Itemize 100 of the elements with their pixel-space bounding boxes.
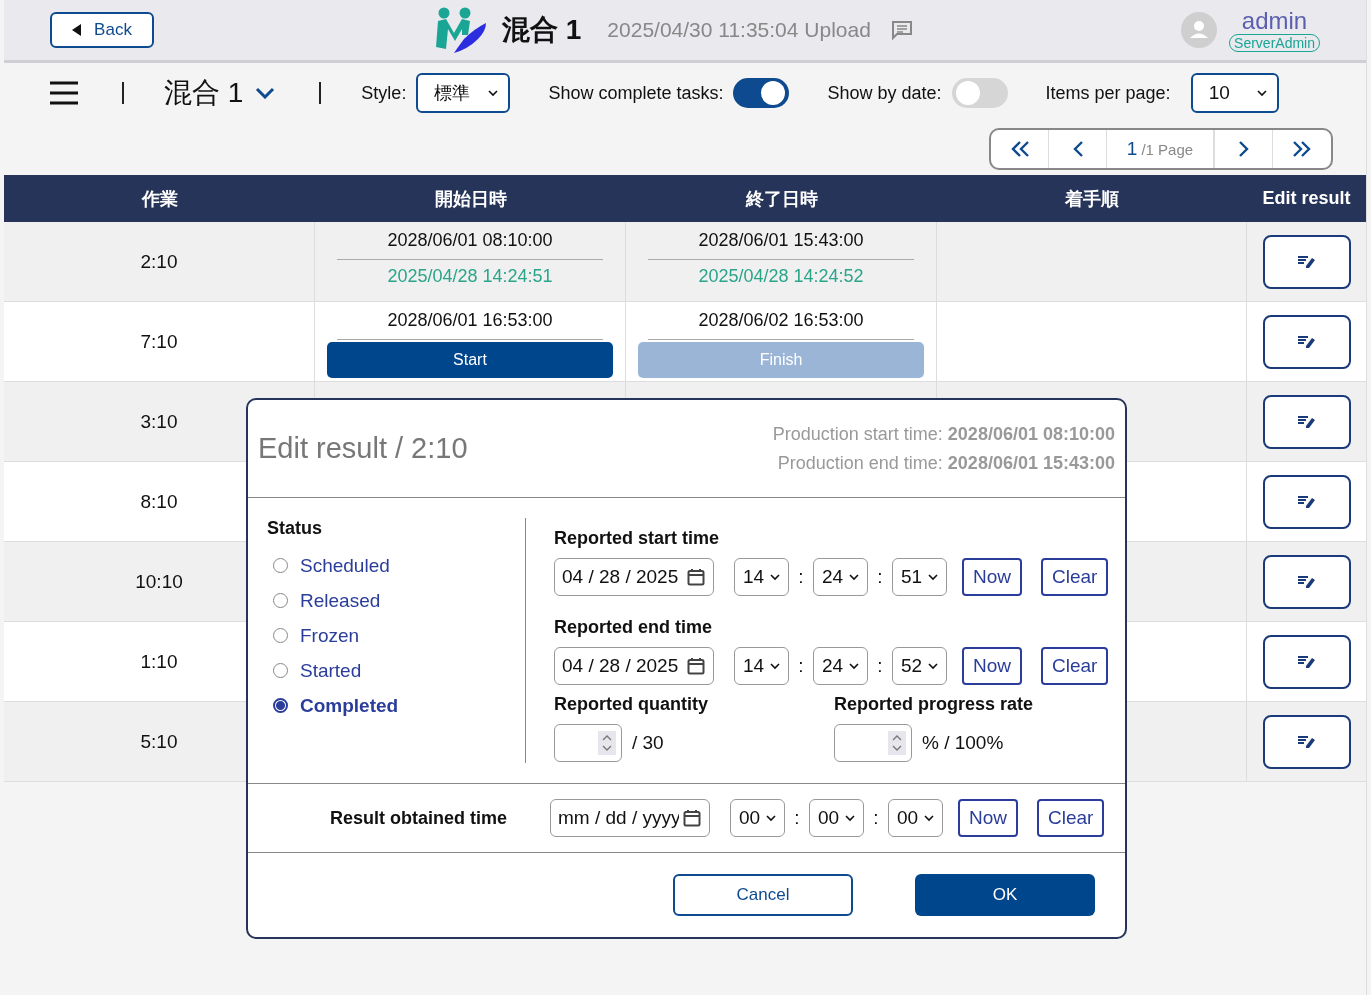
style-select[interactable]: 標準 <box>416 73 511 113</box>
column-header: Edit result <box>1261 187 1352 210</box>
chevron-down-icon <box>924 814 934 822</box>
edit-icon <box>1297 254 1316 269</box>
production-time: Production end time: 2028/06/01 15:43:00 <box>777 451 1115 475</box>
triangle-left-icon <box>72 24 83 36</box>
spinner-icon <box>598 731 616 755</box>
quantity-total: / 30 <box>632 732 664 754</box>
second-select[interactable]: 51 <box>892 558 947 596</box>
now-button[interactable]: Now <box>958 799 1018 837</box>
minute-select[interactable]: 24 <box>813 558 868 596</box>
hour-select[interactable]: 00 <box>730 799 785 837</box>
start-button[interactable]: Start <box>327 342 613 378</box>
task-name: 7:10 <box>140 330 178 353</box>
hour-select[interactable]: 14 <box>734 558 789 596</box>
clear-button[interactable]: Clear <box>1041 647 1109 685</box>
task-name: 1:10 <box>140 650 178 673</box>
chevron-down-icon <box>770 662 780 670</box>
modal-title: Edit result / 2:10 <box>258 432 468 465</box>
edit-result-button[interactable] <box>1262 474 1351 529</box>
radio-button[interactable] <box>273 698 288 713</box>
status-label: Status <box>267 518 323 540</box>
column-header: 作業 <box>140 187 179 211</box>
actual-end: 2025/04/28 14:24:52 <box>698 266 864 287</box>
planned-end: 2028/06/02 16:53:00 <box>648 310 914 340</box>
field-label: Reported progress rate <box>834 694 1035 716</box>
planned-start: 2028/06/01 16:53:00 <box>337 310 603 340</box>
task-name: 2:10 <box>140 250 178 273</box>
status-option[interactable]: Completed <box>300 694 399 717</box>
edit-result-button[interactable] <box>1262 314 1351 369</box>
colon: : <box>797 655 805 677</box>
chevron-down-icon <box>849 573 859 581</box>
field-label: Result obtained time <box>328 807 507 829</box>
edit-result-button[interactable] <box>1262 394 1351 449</box>
minute-select[interactable]: 00 <box>809 799 864 837</box>
field-label: Reported end time <box>554 617 714 639</box>
chevron-down-icon <box>770 573 780 581</box>
calendar-icon <box>687 657 705 675</box>
edit-icon <box>1297 654 1316 669</box>
colon: : <box>876 566 884 588</box>
chevron-down-icon <box>1256 89 1267 97</box>
schedule-selector[interactable]: 混合 1 <box>164 74 276 112</box>
status-option[interactable]: Scheduled <box>300 554 390 577</box>
toggle-switch[interactable] <box>733 78 790 108</box>
edit-result-button[interactable] <box>1262 234 1351 289</box>
spinner-icon <box>888 731 906 755</box>
quantity-input[interactable] <box>554 724 622 762</box>
column-header: 開始日時 <box>433 187 508 211</box>
chevron-down-icon <box>845 814 855 822</box>
chevron-left-icon <box>1071 140 1084 158</box>
edit-result-button[interactable] <box>1262 554 1351 609</box>
toggle-label: Show complete tasks: <box>548 82 724 104</box>
chevron-down-icon <box>928 662 938 670</box>
actual-start: 2025/04/28 14:24:51 <box>387 266 553 287</box>
status-option[interactable]: Frozen <box>300 624 360 647</box>
page-number: 1 <box>1126 137 1138 161</box>
chevron-down-icon <box>488 89 499 97</box>
date-field[interactable]: 04 / 28 / 2025 <box>554 558 714 596</box>
clear-button[interactable]: Clear <box>1041 558 1109 596</box>
hour-select[interactable]: 14 <box>734 647 789 685</box>
task-name: 5:10 <box>140 730 178 753</box>
task-name: 3:10 <box>140 410 178 433</box>
page-total: /1 Page <box>1141 140 1194 160</box>
edit-result-button[interactable] <box>1262 714 1351 769</box>
items-per-page-label: Items per page: <box>1045 82 1171 104</box>
menu-icon[interactable] <box>50 81 78 105</box>
column-header: 着手順 <box>1064 187 1120 211</box>
colon: : <box>872 807 880 829</box>
task-name: 10:10 <box>135 570 183 593</box>
second-select[interactable]: 00 <box>888 799 943 837</box>
minute-select[interactable]: 24 <box>813 647 868 685</box>
progress-input[interactable] <box>834 724 912 762</box>
toggle-switch[interactable] <box>951 78 1008 108</box>
edit-icon <box>1297 734 1316 749</box>
edit-icon <box>1297 414 1316 429</box>
edit-result-button[interactable] <box>1262 634 1351 689</box>
planned-start: 2028/06/01 08:10:00 <box>337 230 603 260</box>
cancel-button[interactable]: Cancel <box>673 874 853 916</box>
progress-total: % / 100% <box>922 732 1004 754</box>
double-chevron-left-icon <box>1009 140 1030 158</box>
colon: : <box>797 566 805 588</box>
toggle-label: Show by date: <box>827 82 942 104</box>
date-field[interactable]: 04 / 28 / 2025 <box>554 647 714 685</box>
page-title: 混合 1 <box>502 13 582 47</box>
column-header: 終了日時 <box>744 187 819 211</box>
calendar-icon <box>683 809 701 827</box>
status-option[interactable]: Started <box>300 659 362 682</box>
clear-button[interactable]: Clear <box>1037 799 1105 837</box>
comment-icon[interactable] <box>890 20 913 40</box>
edit-icon <box>1297 574 1316 589</box>
back-button[interactable]: Back <box>50 12 154 48</box>
field-label: Reported quantity <box>554 694 709 716</box>
now-button[interactable]: Now <box>962 647 1022 685</box>
second-select[interactable]: 52 <box>892 647 947 685</box>
items-per-page-select[interactable]: 10 <box>1190 73 1279 113</box>
now-button[interactable]: Now <box>962 558 1022 596</box>
status-option[interactable]: Released <box>300 589 381 612</box>
upload-info: 2025/04/30 11:35:04 Upload <box>607 18 871 42</box>
edit-icon <box>1297 334 1316 349</box>
ok-button[interactable]: OK <box>915 874 1095 916</box>
